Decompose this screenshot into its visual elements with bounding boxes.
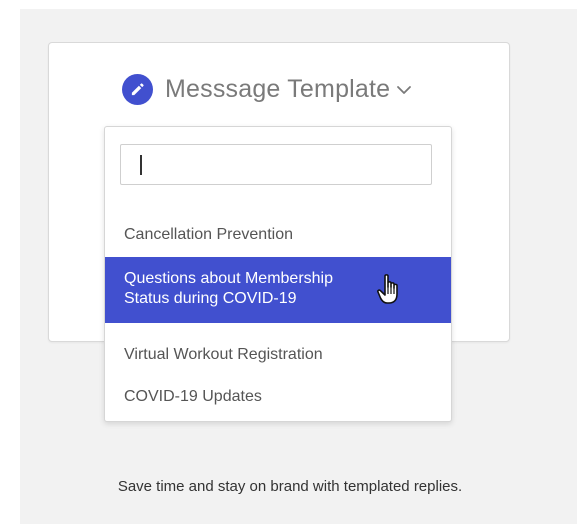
chevron-down-icon xyxy=(396,82,412,100)
template-title: Messsage Template xyxy=(165,74,391,103)
hand-pointer-cursor-icon xyxy=(377,274,398,304)
pencil-icon xyxy=(122,73,153,105)
tagline-text: Save time and stay on brand with templat… xyxy=(117,478,463,495)
option-covid-updates[interactable]: COVID-19 Updates xyxy=(105,387,451,407)
template-search-input[interactable] xyxy=(120,144,432,185)
option-virtual-workout-registration[interactable]: Virtual Workout Registration xyxy=(105,345,451,365)
option-cancellation-prevention[interactable]: Cancellation Prevention xyxy=(105,225,451,245)
text-cursor xyxy=(140,155,142,175)
message-template-selector[interactable]: Messsage Template xyxy=(122,71,412,107)
